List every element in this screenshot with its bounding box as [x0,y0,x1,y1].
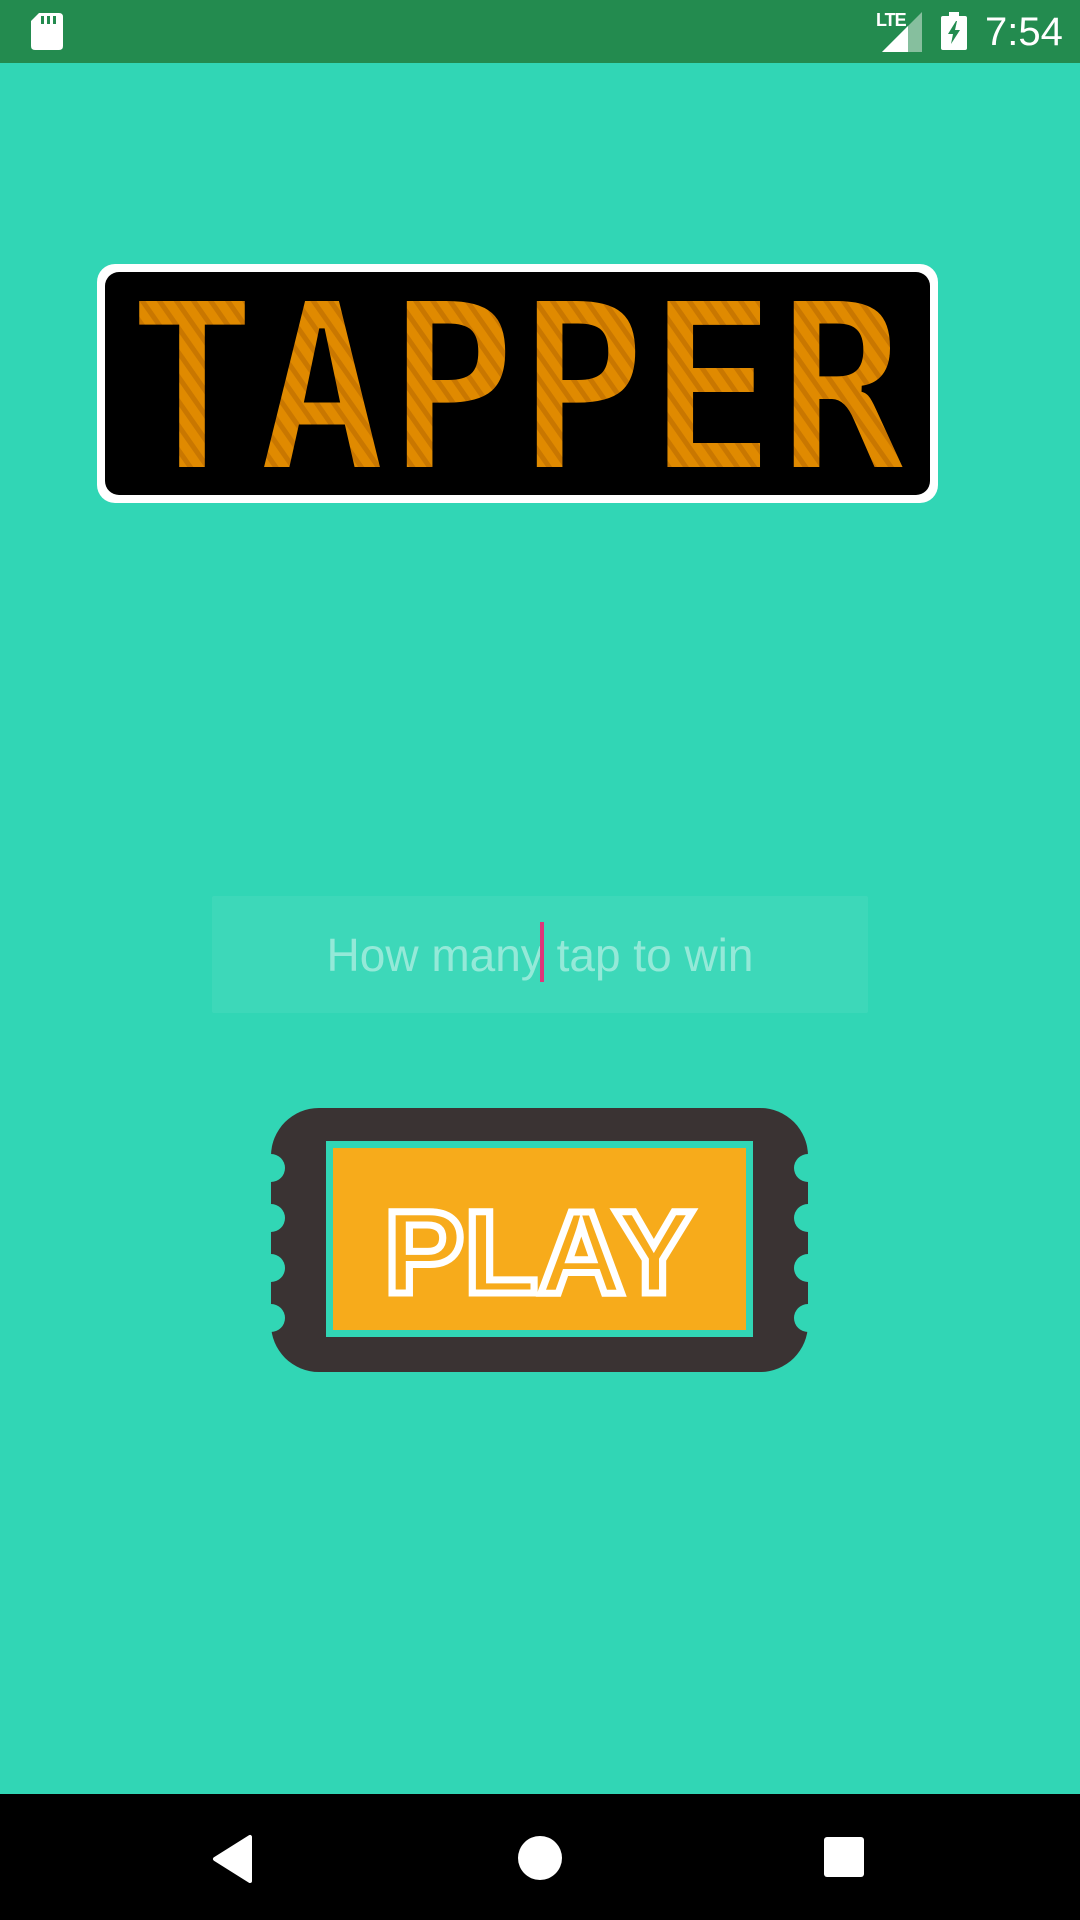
battery-charging-icon [941,12,967,50]
app-screen: LTE 7:54 TAPPER How many tap to win PLAY [0,0,1080,1920]
recent-apps-icon[interactable] [822,1835,866,1879]
back-icon[interactable] [210,1834,260,1884]
tap-count-field[interactable] [212,896,868,1013]
status-bar: LTE 7:54 [0,0,1080,63]
logo-text: TAPPER [127,262,908,505]
status-clock: 7:54 [985,10,1063,54]
tapper-logo: TAPPER [97,262,938,505]
signal-icon [882,12,922,52]
sd-card-icon [31,13,63,50]
play-button[interactable]: PLAY [257,1108,822,1372]
play-button-frame: PLAY [257,1108,822,1372]
text-caret [540,922,544,982]
navigation-bar [0,1794,1080,1920]
play-label: PLAY [384,1187,694,1319]
home-icon[interactable] [516,1834,564,1882]
